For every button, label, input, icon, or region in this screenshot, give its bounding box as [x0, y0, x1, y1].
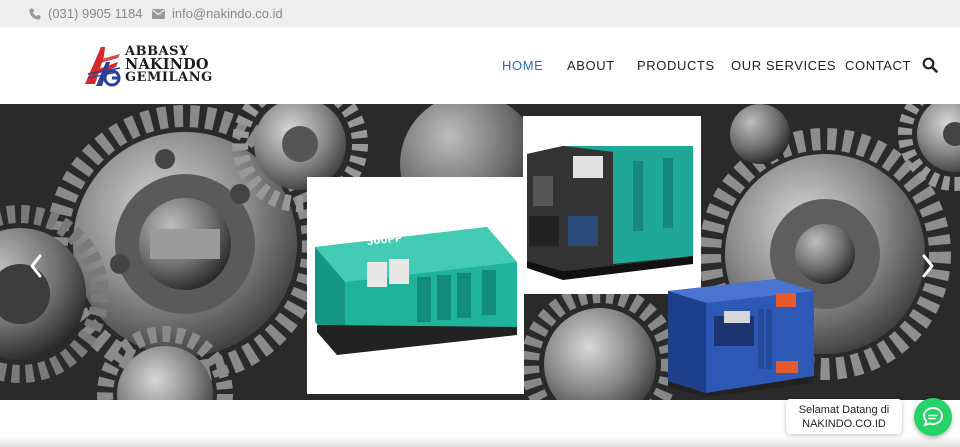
search-icon[interactable]: [922, 57, 938, 73]
site-header: ABBASY NAKINDO GEMILANG HOME ABOUT PRODU…: [0, 27, 960, 104]
generator-photo-blue: [666, 271, 816, 397]
chat-greeting-line-1: Selamat Datang di: [798, 404, 890, 416]
generator-photo-denyo: [523, 116, 701, 294]
generator-photo-500pp: 500PP: [307, 177, 524, 394]
chat-button[interactable]: [914, 398, 952, 436]
chevron-left-icon[interactable]: [29, 254, 43, 278]
email-address: info@nakindo.co.id: [172, 6, 283, 21]
nav-products[interactable]: PRODUCTS: [637, 58, 715, 73]
phone-info[interactable]: (031) 9905 1184: [29, 0, 142, 27]
generator-teal-image: 500PP: [315, 227, 517, 355]
chat-greeting-line-2: NAKINDO.CO.ID: [802, 418, 886, 430]
top-info-bar: (031) 9905 1184 info@nakindo.co.id: [0, 0, 960, 27]
envelope-icon: [152, 8, 165, 19]
logo-line-3: GEMILANG: [125, 70, 213, 85]
nav-home[interactable]: HOME: [502, 58, 543, 73]
phone-number: (031) 9905 1184: [48, 6, 143, 21]
generator-dark-image: [527, 146, 693, 280]
chat-icon: [922, 406, 944, 427]
nav-contact[interactable]: CONTACT: [845, 58, 911, 73]
site-logo[interactable]: ABBASY NAKINDO GEMILANG: [82, 44, 222, 88]
nav-our-services[interactable]: OUR SERVICES: [731, 58, 836, 73]
nav-about[interactable]: ABOUT: [567, 58, 615, 73]
logo-text: ABBASY NAKINDO GEMILANG: [125, 45, 213, 84]
phone-icon: [29, 8, 41, 19]
chat-greeting-bubble[interactable]: Selamat Datang di NAKINDO.CO.ID: [786, 399, 902, 434]
chevron-right-icon[interactable]: [921, 254, 935, 278]
email-info[interactable]: info@nakindo.co.id: [152, 0, 283, 27]
section-divider: [0, 436, 960, 447]
hero-slider: 500PP: [0, 104, 960, 400]
generator-blue-image: [668, 279, 814, 397]
logo-mark-icon: [85, 47, 121, 87]
